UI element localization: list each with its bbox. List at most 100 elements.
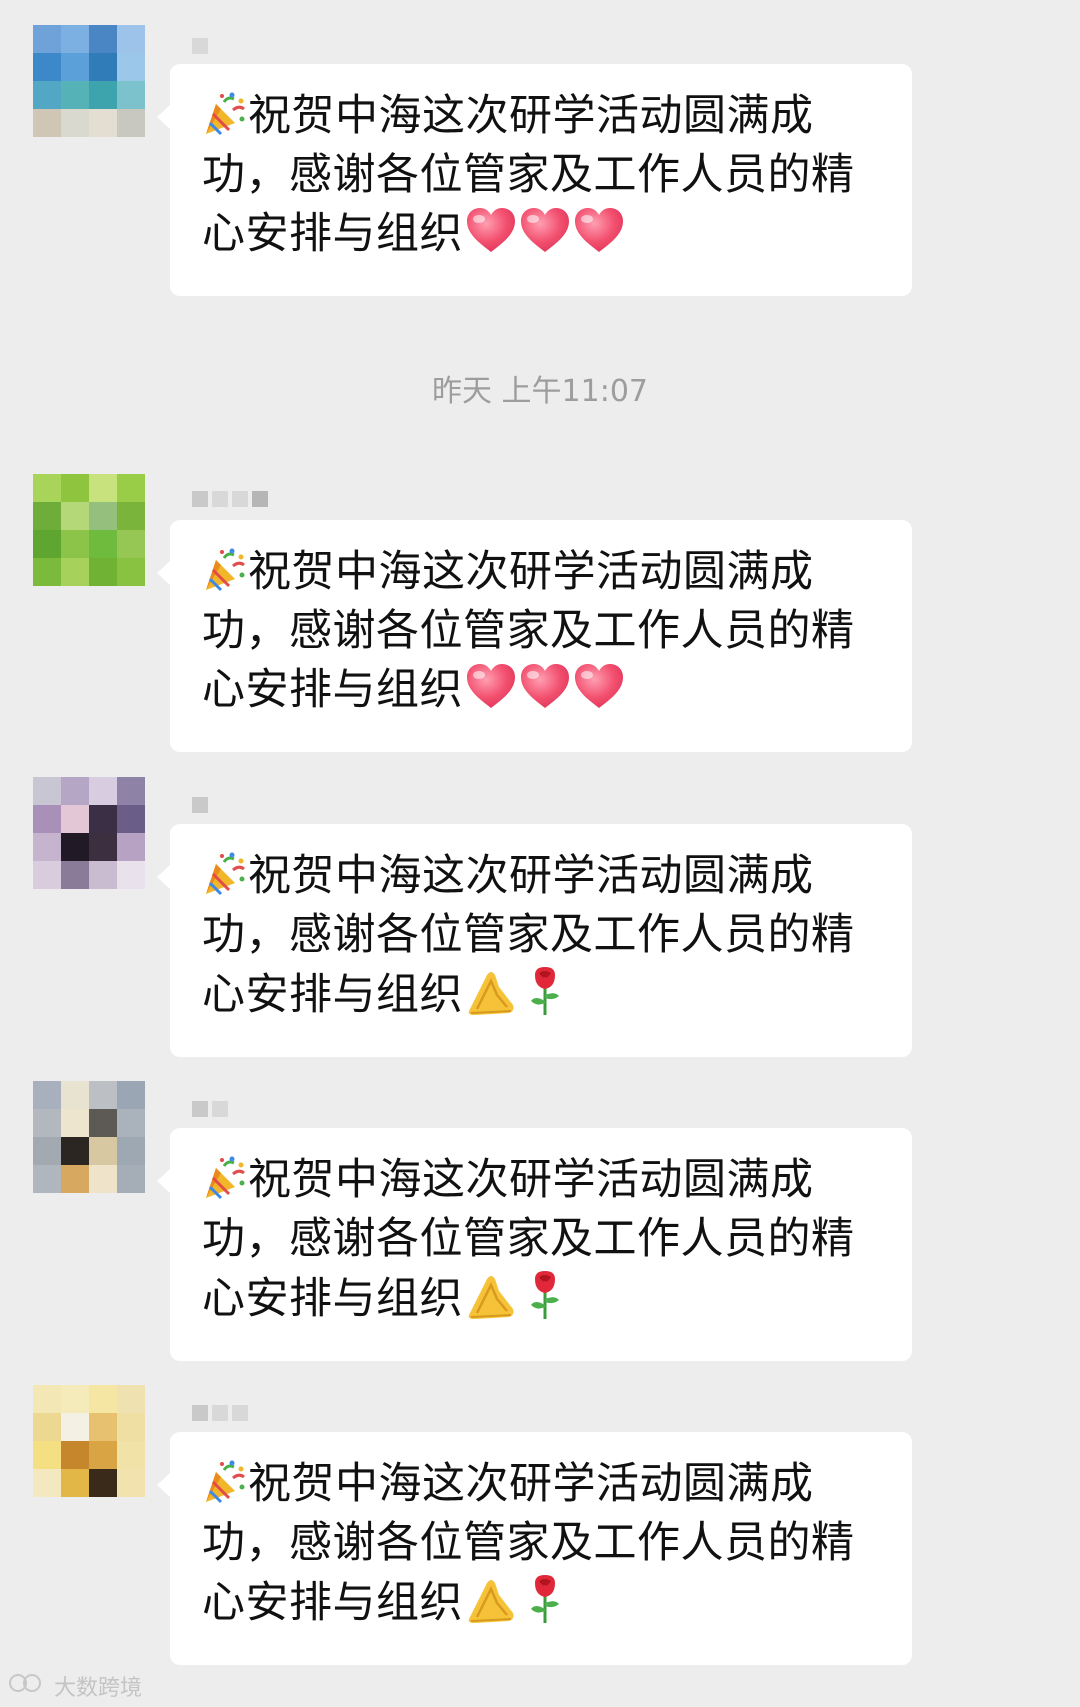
avatar-pixel <box>33 25 61 53</box>
party-popper-icon <box>202 92 246 136</box>
avatar-pixel <box>89 1165 117 1193</box>
avatar-pixel <box>61 1469 89 1497</box>
avatar-pixel <box>61 861 89 889</box>
watermark: 大数跨境 <box>8 1670 142 1702</box>
message-bubble[interactable]: 祝贺中海这次研学活动圆满成功，感谢各位管家及工作人员的精心安排与组织 <box>157 520 912 752</box>
message-bubble[interactable]: 祝贺中海这次研学活动圆满成功，感谢各位管家及工作人员的精心安排与组织 <box>157 1128 912 1361</box>
avatar-pixel <box>61 1441 89 1469</box>
avatar-pixel <box>89 861 117 889</box>
party-popper-icon <box>202 852 246 896</box>
avatar-pixel <box>117 1441 145 1469</box>
avatar-pixel <box>33 502 61 530</box>
sender-name-blurred <box>192 1399 248 1421</box>
avatar-pixel <box>33 474 61 502</box>
watermark-text: 大数跨境 <box>54 1676 143 1701</box>
avatar-pixel <box>61 1081 89 1109</box>
avatar-pixel <box>61 1109 89 1137</box>
emoji-row <box>463 1573 571 1641</box>
message-bubble[interactable]: 祝贺中海这次研学活动圆满成功，感谢各位管家及工作人员的精心安排与组织 <box>157 824 912 1057</box>
avatar-pixel <box>61 777 89 805</box>
emoji-row <box>463 662 625 728</box>
message-text-container: 祝贺中海这次研学活动圆满成功，感谢各位管家及工作人员的精心安排与组织 <box>202 87 884 272</box>
avatar[interactable] <box>33 777 145 889</box>
message-bubble[interactable]: 祝贺中海这次研学活动圆满成功，感谢各位管家及工作人员的精心安排与组织 <box>157 1432 912 1665</box>
emoji-row <box>463 1269 571 1337</box>
avatar-pixel <box>89 1385 117 1413</box>
avatar[interactable] <box>33 474 145 586</box>
avatar-pixel <box>117 25 145 53</box>
avatar-pixel <box>89 109 117 137</box>
avatar-pixel <box>117 1413 145 1441</box>
folded-hands-icon <box>465 965 517 1017</box>
sender-name-blurred <box>192 485 268 507</box>
avatar-pixel <box>61 53 89 81</box>
avatar-pixel <box>61 1137 89 1165</box>
party-popper-icon <box>202 548 246 592</box>
avatar-pixel <box>61 1385 89 1413</box>
avatar-pixel <box>61 81 89 109</box>
avatar-pixel <box>61 502 89 530</box>
avatar-pixel <box>89 777 117 805</box>
avatar-pixel <box>61 109 89 137</box>
avatar-pixel <box>89 833 117 861</box>
sender-name-blurred <box>192 1095 228 1117</box>
avatar-pixel <box>89 1413 117 1441</box>
heart-icon <box>573 206 625 256</box>
chat-thread[interactable]: 祝贺中海这次研学活动圆满成功，感谢各位管家及工作人员的精心安排与组织 昨天 上午… <box>0 0 1080 1707</box>
avatar-pixel <box>61 474 89 502</box>
avatar-pixel <box>89 558 117 586</box>
avatar-pixel <box>33 53 61 81</box>
avatar-pixel <box>117 1081 145 1109</box>
avatar-pixel <box>117 530 145 558</box>
rose-icon <box>519 1269 571 1321</box>
rose-icon <box>519 965 571 1017</box>
avatar-pixel <box>33 1441 61 1469</box>
avatar-pixel <box>33 1469 61 1497</box>
avatar-pixel <box>89 81 117 109</box>
avatar-pixel <box>89 805 117 833</box>
avatar-pixel <box>61 25 89 53</box>
timestamp: 昨天 上午11:07 <box>432 374 648 409</box>
avatar-pixel <box>117 474 145 502</box>
watermark-logo-icon <box>8 1671 48 1701</box>
avatar-pixel <box>89 25 117 53</box>
heart-icon <box>465 662 517 712</box>
avatar-pixel <box>89 502 117 530</box>
avatar-pixel <box>61 805 89 833</box>
avatar-pixel <box>33 81 61 109</box>
avatar-pixel <box>117 53 145 81</box>
message-text-container: 祝贺中海这次研学活动圆满成功，感谢各位管家及工作人员的精心安排与组织 <box>202 847 884 1033</box>
avatar-pixel <box>33 1109 61 1137</box>
avatar[interactable] <box>33 25 145 137</box>
avatar[interactable] <box>33 1385 145 1497</box>
avatar-pixel <box>33 1137 61 1165</box>
sender-name-blurred <box>192 32 208 54</box>
heart-icon <box>573 662 625 712</box>
avatar-pixel <box>89 530 117 558</box>
avatar-pixel <box>33 861 61 889</box>
heart-icon <box>519 662 571 712</box>
heart-icon <box>519 206 571 256</box>
avatar-pixel <box>33 558 61 586</box>
party-popper-icon <box>202 1156 246 1200</box>
avatar-pixel <box>117 1165 145 1193</box>
avatar-pixel <box>61 833 89 861</box>
heart-icon <box>465 206 517 256</box>
emoji-row <box>463 965 571 1033</box>
avatar-pixel <box>33 833 61 861</box>
avatar-pixel <box>89 1081 117 1109</box>
avatar-pixel <box>117 1469 145 1497</box>
folded-hands-icon <box>465 1573 517 1625</box>
avatar-pixel <box>33 109 61 137</box>
avatar-pixel <box>61 530 89 558</box>
avatar-pixel <box>117 1137 145 1165</box>
avatar-pixel <box>89 474 117 502</box>
sender-name-blurred <box>192 791 208 813</box>
avatar-pixel <box>117 777 145 805</box>
avatar-pixel <box>89 1137 117 1165</box>
avatar[interactable] <box>33 1081 145 1193</box>
rose-icon <box>519 1573 571 1625</box>
avatar-pixel <box>117 805 145 833</box>
folded-hands-icon <box>465 1269 517 1321</box>
message-bubble[interactable]: 祝贺中海这次研学活动圆满成功，感谢各位管家及工作人员的精心安排与组织 <box>157 64 912 296</box>
